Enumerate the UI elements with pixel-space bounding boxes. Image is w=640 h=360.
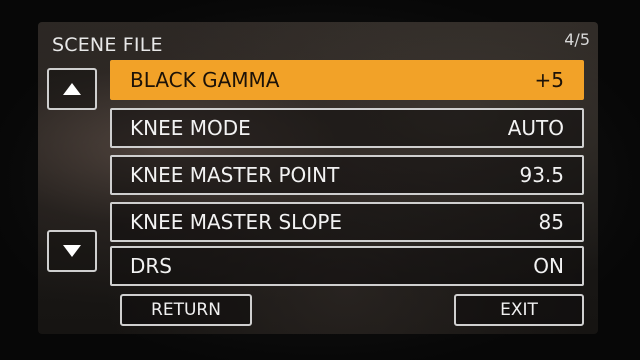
triangle-up-icon — [63, 83, 81, 95]
menu-item-label: BLACK GAMMA — [130, 68, 280, 92]
menu-item-label: KNEE MASTER POINT — [130, 163, 340, 187]
menu-item-knee-mode[interactable]: KNEE MODE AUTO — [110, 108, 584, 148]
menu-item-value: ON — [533, 254, 564, 278]
lcd-screen: SCENE FILE 4/5 BLACK GAMMA +5 KNEE MODE … — [38, 22, 598, 334]
return-button[interactable]: RETURN — [120, 294, 252, 326]
triangle-down-icon — [63, 245, 81, 257]
menu-item-label: KNEE MODE — [130, 116, 251, 140]
menu-item-label: KNEE MASTER SLOPE — [130, 210, 343, 234]
menu-item-knee-master-slope[interactable]: KNEE MASTER SLOPE 85 — [110, 202, 584, 242]
exit-button[interactable]: EXIT — [454, 294, 584, 326]
menu-item-knee-master-point[interactable]: KNEE MASTER POINT 93.5 — [110, 155, 584, 195]
menu-item-black-gamma[interactable]: BLACK GAMMA +5 — [110, 60, 584, 100]
menu-item-label: DRS — [130, 254, 172, 278]
scroll-down-button[interactable] — [47, 230, 97, 272]
menu-item-value: +5 — [534, 68, 564, 92]
menu-title: SCENE FILE — [52, 34, 163, 56]
menu-item-value: 85 — [538, 210, 564, 234]
page-indicator: 4/5 — [564, 30, 590, 49]
menu-item-value: AUTO — [507, 116, 564, 140]
menu-item-value: 93.5 — [519, 163, 564, 187]
menu-item-drs[interactable]: DRS ON — [110, 246, 584, 286]
scroll-up-button[interactable] — [47, 68, 97, 110]
